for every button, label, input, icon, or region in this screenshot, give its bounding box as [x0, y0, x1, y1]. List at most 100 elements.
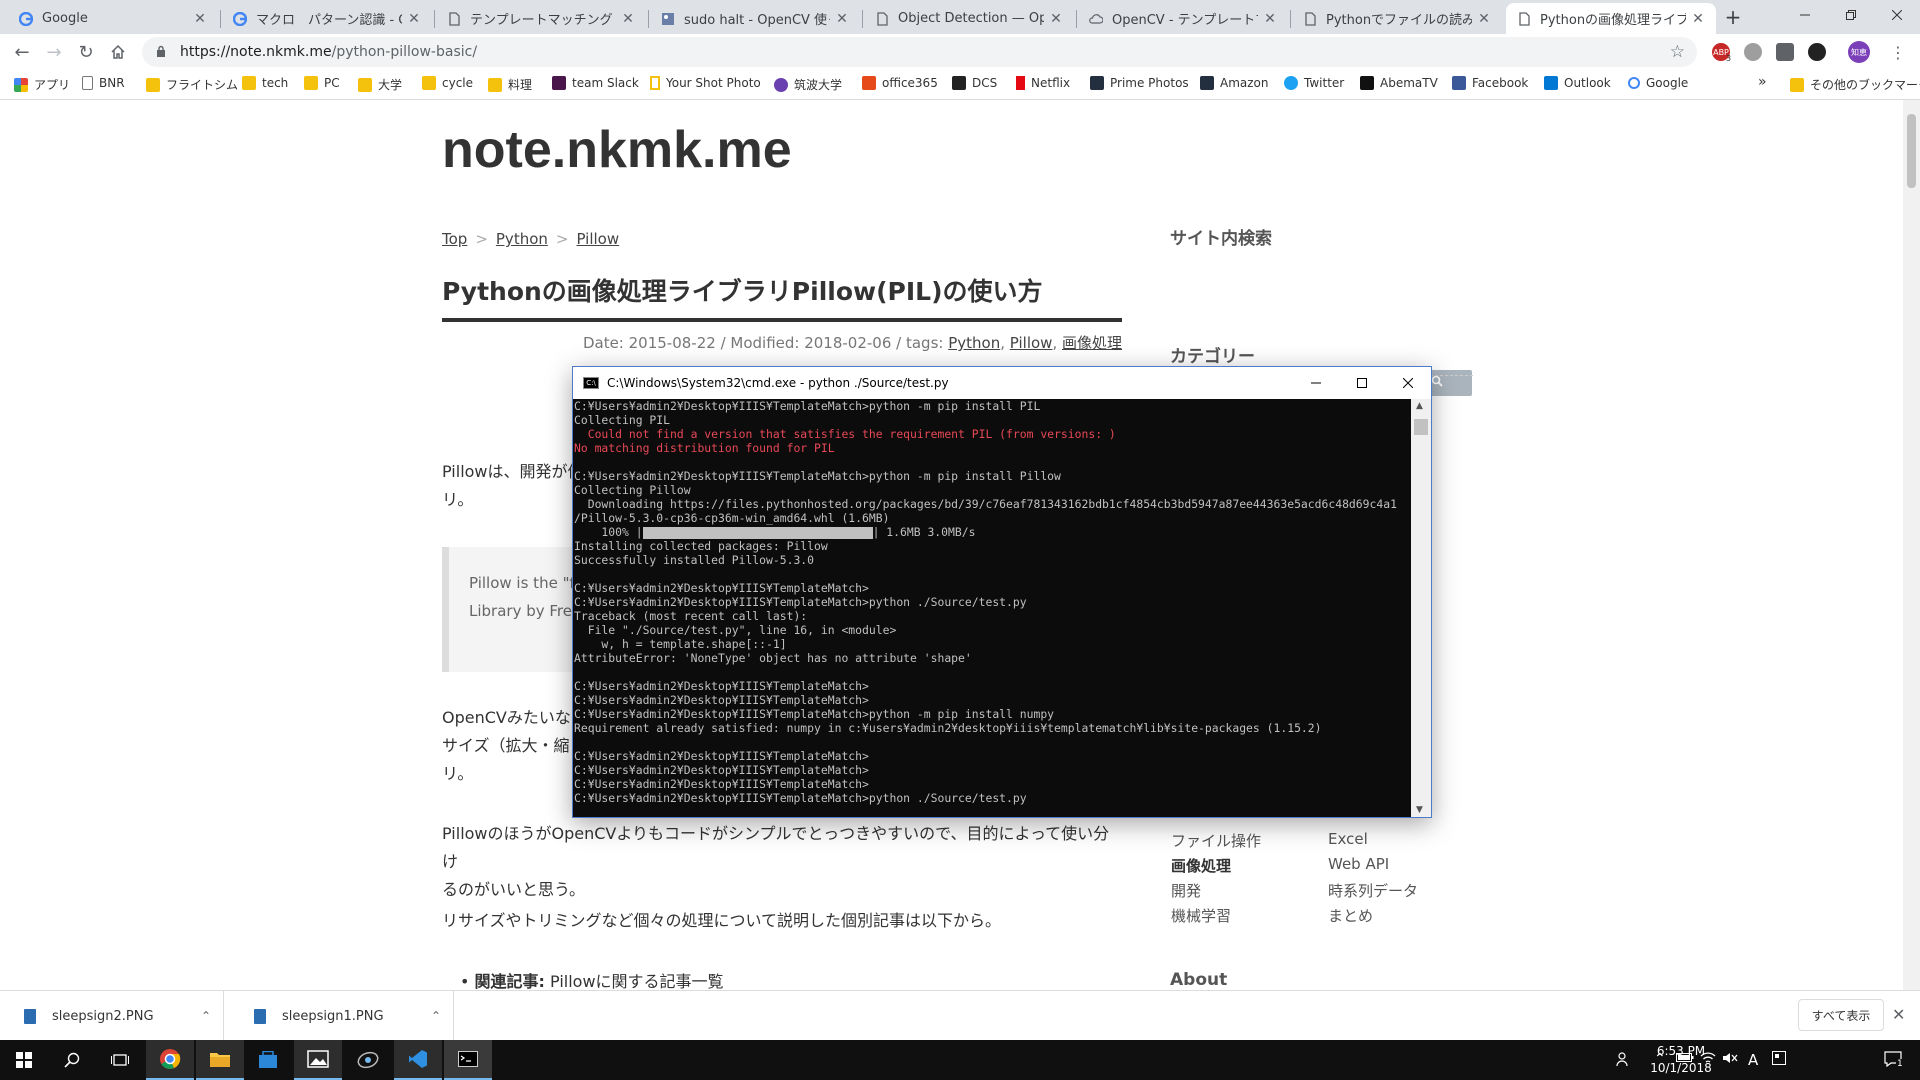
cmd-taskbar-icon[interactable] [444, 1040, 492, 1080]
file-explorer-icon[interactable] [196, 1040, 244, 1080]
tab-close-icon[interactable]: ✕ [834, 11, 850, 27]
photos-icon[interactable] [294, 1040, 342, 1080]
bookmark-outlook[interactable]: Outlook [1544, 76, 1611, 90]
close-window-icon[interactable] [1874, 0, 1920, 30]
tab-close-icon[interactable]: ✕ [1476, 11, 1492, 27]
bookmark-star-icon[interactable]: ☆ [1670, 42, 1685, 62]
tab-python-file[interactable]: Pythonでファイルの読み込み、 ✕ [1292, 3, 1502, 34]
bookmark-flightsim[interactable]: フライトシム [146, 76, 238, 93]
console-scrollbar-thumb[interactable] [1414, 419, 1428, 435]
menu-kebab-icon[interactable]: ⋮ [1884, 38, 1912, 66]
volume-muted-icon[interactable] [1722, 1051, 1738, 1069]
cmd-minimize-icon[interactable] [1293, 367, 1339, 399]
address-bar[interactable]: https://note.nkmk.me/python-pillow-basic… [142, 37, 1697, 67]
tab-google[interactable]: Google ✕ [8, 3, 218, 34]
category-summary[interactable]: まとめ [1328, 905, 1373, 926]
bookmark-tech[interactable]: tech [242, 76, 288, 90]
back-arrow-icon[interactable]: ← [8, 38, 36, 66]
chevron-up-icon[interactable]: ⌃ [431, 1009, 441, 1023]
bookmark-university[interactable]: 大学 [358, 76, 402, 93]
bookmark-facebook[interactable]: Facebook [1452, 76, 1528, 90]
notification-icon[interactable]: 1 [1884, 1051, 1904, 1071]
bookmark-slack[interactable]: team Slack [552, 76, 639, 90]
windows-start-icon[interactable] [0, 1040, 48, 1080]
minimize-icon[interactable] [1782, 0, 1828, 30]
category-time-series[interactable]: 時系列データ [1328, 880, 1418, 901]
extension-shield-icon[interactable] [1776, 43, 1794, 61]
tab-macro-search[interactable]: マクロ パターン認識 - Google ✕ [222, 3, 432, 34]
console-scrollbar[interactable]: ▲ ▼ [1411, 399, 1431, 817]
bookmark-prime-photos[interactable]: Prime Photos [1090, 76, 1189, 90]
cmd-close-icon[interactable] [1385, 367, 1431, 399]
extension-feather-icon[interactable] [1808, 43, 1826, 61]
action-center-mini-icon[interactable] [1772, 1051, 1786, 1069]
bookmark-dcs[interactable]: DCS [952, 76, 997, 90]
bookmark-abematv[interactable]: AbemaTV [1360, 76, 1438, 90]
tab-close-icon[interactable]: ✕ [1690, 11, 1706, 27]
tab-pillow-active[interactable]: Pythonの画像処理ライブラリP ✕ [1506, 3, 1716, 34]
scroll-up-icon[interactable]: ▲ [1416, 401, 1423, 411]
forward-arrow-icon[interactable]: → [40, 38, 68, 66]
tab-object-detection[interactable]: Object Detection — OpenC ✕ [864, 3, 1074, 34]
related-link[interactable]: Pillowに関する記事一覧 [545, 972, 724, 990]
profile-avatar[interactable]: 知恵 [1848, 41, 1870, 63]
home-icon[interactable] [104, 38, 132, 66]
page-scrollbar-thumb[interactable] [1907, 114, 1916, 188]
bookmark-bnr[interactable]: BNR [82, 76, 125, 90]
category-machine-learning[interactable]: 機械学習 [1171, 905, 1231, 926]
people-icon[interactable] [1616, 1051, 1632, 1071]
close-icon[interactable]: ✕ [1892, 1005, 1905, 1024]
download-item[interactable]: sleepsign2.PNG ⌃ [0, 991, 224, 1041]
category-image-processing[interactable]: 画像処理 [1171, 855, 1231, 876]
tab-template-matching[interactable]: テンプレートマッチング — Open ✕ [436, 3, 646, 34]
scroll-down-icon[interactable]: ▼ [1416, 805, 1423, 815]
store-icon[interactable] [244, 1040, 292, 1080]
bookmark-pc[interactable]: PC [304, 76, 340, 90]
tab-close-icon[interactable]: ✕ [192, 11, 208, 27]
bookmark-apps[interactable]: アプリ [14, 76, 70, 93]
bookmark-tsukuba[interactable]: 筑波大学 [774, 76, 842, 93]
chevron-up-icon[interactable]: ⌃ [201, 1009, 211, 1023]
download-item[interactable]: sleepsign1.PNG ⌃ [230, 991, 454, 1041]
cmd-maximize-icon[interactable] [1339, 367, 1385, 399]
search-icon[interactable] [48, 1040, 96, 1080]
tab-sudo-halt[interactable]: sudo halt - OpenCV 使ってみ ✕ [650, 3, 860, 34]
breadcrumb-python[interactable]: Python [496, 230, 548, 248]
python-app-icon[interactable] [344, 1040, 392, 1080]
ime-indicator[interactable]: A [1748, 1051, 1758, 1069]
taskbar-clock[interactable]: 6:53 PM 10/1/2018 [1646, 1043, 1716, 1077]
task-view-icon[interactable] [96, 1040, 144, 1080]
tab-close-icon[interactable]: ✕ [1262, 11, 1278, 27]
category-web-api[interactable]: Web API [1328, 855, 1389, 873]
vscode-icon[interactable] [394, 1040, 442, 1080]
tag-image-processing[interactable]: 画像処理 [1062, 334, 1122, 352]
chrome-icon[interactable] [146, 1040, 194, 1080]
bookmark-netflix[interactable]: Netflix [1016, 76, 1070, 90]
console-output[interactable]: C:¥Users¥admin2¥Desktop¥IIIS¥TemplateMat… [573, 399, 1411, 817]
show-all-downloads-button[interactable]: すべて表示 [1798, 999, 1884, 1031]
tab-close-icon[interactable]: ✕ [406, 11, 422, 27]
category-file-operations[interactable]: ファイル操作 [1171, 830, 1261, 851]
bookmark-cycle[interactable]: cycle [422, 76, 473, 90]
tag-pillow[interactable]: Pillow [1010, 334, 1053, 352]
site-title[interactable]: note.nkmk.me [442, 120, 792, 180]
new-tab-button[interactable]: + [1718, 2, 1748, 32]
extension-circle-icon[interactable] [1744, 43, 1762, 61]
breadcrumb-pillow[interactable]: Pillow [576, 230, 619, 248]
bookmark-other[interactable]: その他のブックマーク [1790, 76, 1920, 93]
tag-python[interactable]: Python [948, 334, 1000, 352]
reload-icon[interactable]: ↻ [72, 38, 100, 66]
cmd-titlebar[interactable]: C:\ C:\Windows\System32\cmd.exe - python… [573, 367, 1431, 399]
restore-icon[interactable] [1828, 0, 1874, 30]
breadcrumb-top[interactable]: Top [442, 230, 467, 248]
bookmark-office365[interactable]: office365 [862, 76, 938, 90]
bookmarks-overflow-chevron-icon[interactable]: » [1758, 74, 1767, 90]
category-excel[interactable]: Excel [1328, 830, 1368, 848]
bookmark-cooking[interactable]: 料理 [488, 76, 532, 93]
page-scrollbar[interactable] [1903, 100, 1920, 990]
tab-opencv-template[interactable]: OpenCV - テンプレートマッチン ✕ [1078, 3, 1288, 34]
bookmark-amazon[interactable]: Amazon [1200, 76, 1269, 90]
tab-close-icon[interactable]: ✕ [620, 11, 636, 27]
category-development[interactable]: 開発 [1171, 880, 1201, 901]
bookmark-your-shot[interactable]: Your Shot Photo [650, 76, 761, 90]
